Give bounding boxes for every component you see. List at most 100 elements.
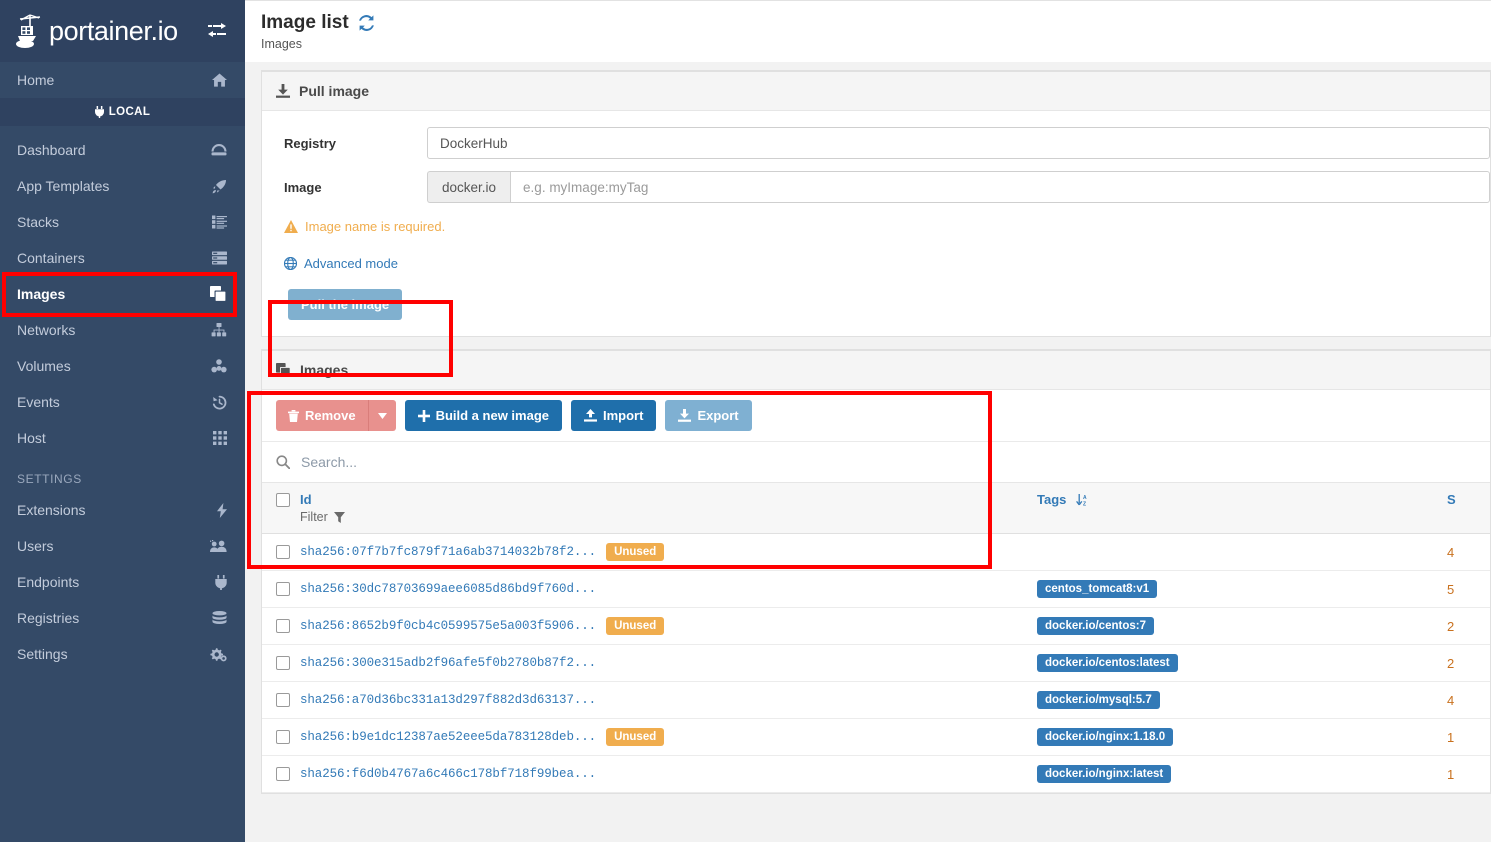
image-label: Image [284, 179, 322, 195]
sidebar-nav: Dashboard App Templates Stacks Container… [0, 126, 245, 672]
image-id[interactable]: sha256:300e315adb2f96afe5f0b2780b87f2... [300, 656, 596, 670]
row-checkbox[interactable] [276, 545, 290, 559]
sidebar-item-extensions[interactable]: Extensions [0, 492, 245, 528]
remove-button-label: Remove [305, 408, 356, 423]
images-toolbar: Remove Build a new image Import Export [262, 390, 1490, 442]
filter-control[interactable]: Filter [276, 510, 1037, 524]
sidebar-item-images[interactable]: Images [0, 276, 245, 312]
sidebar-item-users[interactable]: Users [0, 528, 245, 564]
status-badge: Unused [606, 728, 665, 746]
search-row [262, 442, 1490, 483]
sidebar-item-label: Extensions [17, 502, 86, 518]
users-icon [210, 539, 227, 553]
table-row[interactable]: sha256:f6d0b4767a6c466c178bf718f99bea...… [262, 755, 1490, 793]
sidebar-item-home[interactable]: Home [0, 62, 245, 98]
tag-badge[interactable]: docker.io/mysql:5.7 [1037, 691, 1160, 709]
sidebar-item-host[interactable]: Host [0, 420, 245, 456]
sidebar-item-label: Volumes [17, 358, 71, 374]
filter-label: Filter [300, 510, 328, 524]
table-row[interactable]: sha256:07f7b7fc879f71a6ab3714032b78f2...… [262, 533, 1490, 571]
cell-tags: docker.io/nginx:1.18.0 [1037, 718, 1447, 756]
sidebar-item-volumes[interactable]: Volumes [0, 348, 245, 384]
cell-id: sha256:f6d0b4767a6c466c178bf718f99bea... [262, 755, 1037, 793]
column-header-size[interactable]: S [1447, 483, 1490, 534]
column-header-id[interactable]: Id Filter [262, 483, 1037, 534]
sidebar-item-label: Stacks [17, 214, 60, 230]
brand-header[interactable]: portainer.io [0, 0, 245, 62]
table-header-row: Id Filter Tags A Z S [262, 483, 1490, 534]
cell-tags [1037, 533, 1447, 571]
table-row[interactable]: sha256:a70d36bc331a13d297f882d3d63137...… [262, 681, 1490, 719]
warning-text: Image name is required. [305, 219, 446, 234]
sidebar-item-stacks[interactable]: Stacks [0, 204, 245, 240]
cell-size: 5 [1447, 570, 1490, 608]
image-id[interactable]: sha256:30dc78703699aee6085d86bd9f760d... [300, 582, 596, 596]
images-panel: Images Remove Build a new image Import E… [261, 349, 1491, 794]
tag-badge[interactable]: docker.io/nginx:1.18.0 [1037, 728, 1174, 746]
pull-the-image-button[interactable]: Pull the image [288, 289, 403, 320]
plug-icon [215, 574, 227, 590]
sidebar-item-registries[interactable]: Registries [0, 600, 245, 636]
sidebar-item-label: Events [17, 394, 60, 410]
image-id[interactable]: sha256:f6d0b4767a6c466c178bf718f99bea... [300, 767, 596, 781]
sidebar-item-events[interactable]: Events [0, 384, 245, 420]
remove-button[interactable]: Remove [276, 400, 368, 431]
sidebar-item-settings[interactable]: Settings [0, 636, 245, 672]
plus-icon [417, 409, 430, 422]
table-row[interactable]: sha256:8652b9f0cb4c0599575e5a003f5906...… [262, 607, 1490, 645]
tag-badge[interactable]: docker.io/centos:latest [1037, 654, 1178, 672]
database-icon [212, 611, 227, 625]
image-size: 2 [1447, 618, 1455, 634]
image-id[interactable]: sha256:07f7b7fc879f71a6ab3714032b78f2... [300, 545, 596, 559]
image-id[interactable]: sha256:a70d36bc331a13d297f882d3d63137... [300, 693, 596, 707]
image-id[interactable]: sha256:b9e1dc12387ae52eee5da783128deb... [300, 730, 596, 744]
sidebar-item-endpoints[interactable]: Endpoints [0, 564, 245, 600]
row-checkbox[interactable] [276, 730, 290, 744]
cell-id: sha256:b9e1dc12387ae52eee5da783128deb...… [262, 718, 1037, 756]
sidebar: portainer.io Home LOCAL Dashboard App Te… [0, 0, 245, 842]
row-checkbox[interactable] [276, 619, 290, 633]
row-checkbox[interactable] [276, 693, 290, 707]
remove-dropdown-toggle[interactable] [367, 400, 396, 431]
import-button-label: Import [603, 408, 644, 423]
image-name-input[interactable] [510, 171, 1490, 203]
image-size: 2 [1447, 655, 1455, 671]
registry-select[interactable] [427, 127, 1490, 159]
search-input[interactable] [301, 454, 1476, 470]
tag-badge[interactable]: centos_tomcat8:v1 [1037, 580, 1158, 598]
tag-badge[interactable]: docker.io/centos:7 [1037, 617, 1154, 635]
sidebar-item-app-templates[interactable]: App Templates [0, 168, 245, 204]
sidebar-section-settings: SETTINGS [17, 472, 82, 486]
row-checkbox[interactable] [276, 767, 290, 781]
column-header-id-label: Id [300, 492, 312, 507]
refresh-icon[interactable] [358, 14, 375, 31]
export-button[interactable]: Export [665, 400, 752, 431]
toggle-sidebar-icon[interactable] [207, 23, 227, 39]
table-row[interactable]: sha256:300e315adb2f96afe5f0b2780b87f2...… [262, 644, 1490, 682]
sidebar-item-networks[interactable]: Networks [0, 312, 245, 348]
build-a-new-image-button[interactable]: Build a new image [404, 400, 562, 431]
row-checkbox[interactable] [276, 656, 290, 670]
history-icon [212, 395, 227, 410]
brand-name: portainer.io [49, 15, 178, 46]
cell-size: 2 [1447, 607, 1490, 645]
import-button[interactable]: Import [571, 400, 657, 431]
sidebar-item-containers[interactable]: Containers [0, 240, 245, 276]
sidebar-item-label: App Templates [17, 178, 110, 194]
image-id[interactable]: sha256:8652b9f0cb4c0599575e5a003f5906... [300, 619, 596, 633]
gears-icon [210, 647, 227, 662]
breadcrumb: Images [261, 36, 302, 51]
cell-id: sha256:30dc78703699aee6085d86bd9f760d... [262, 570, 1037, 608]
row-checkbox[interactable] [276, 582, 290, 596]
column-header-tags[interactable]: Tags A Z [1037, 483, 1447, 534]
images-table-header: Id Filter Tags A Z S [262, 483, 1490, 534]
advanced-mode-toggle[interactable]: Advanced mode [262, 234, 1490, 271]
images-icon [276, 363, 291, 377]
table-row[interactable]: sha256:30dc78703699aee6085d86bd9f760d...… [262, 570, 1490, 608]
image-row: Image docker.io [262, 171, 1490, 203]
pull-image-panel: Pull image Registry Image docker.io [261, 70, 1491, 337]
sidebar-item-dashboard[interactable]: Dashboard [0, 132, 245, 168]
tag-badge[interactable]: docker.io/nginx:latest [1037, 765, 1172, 783]
select-all-checkbox[interactable] [276, 492, 290, 507]
table-row[interactable]: sha256:b9e1dc12387ae52eee5da783128deb...… [262, 718, 1490, 756]
